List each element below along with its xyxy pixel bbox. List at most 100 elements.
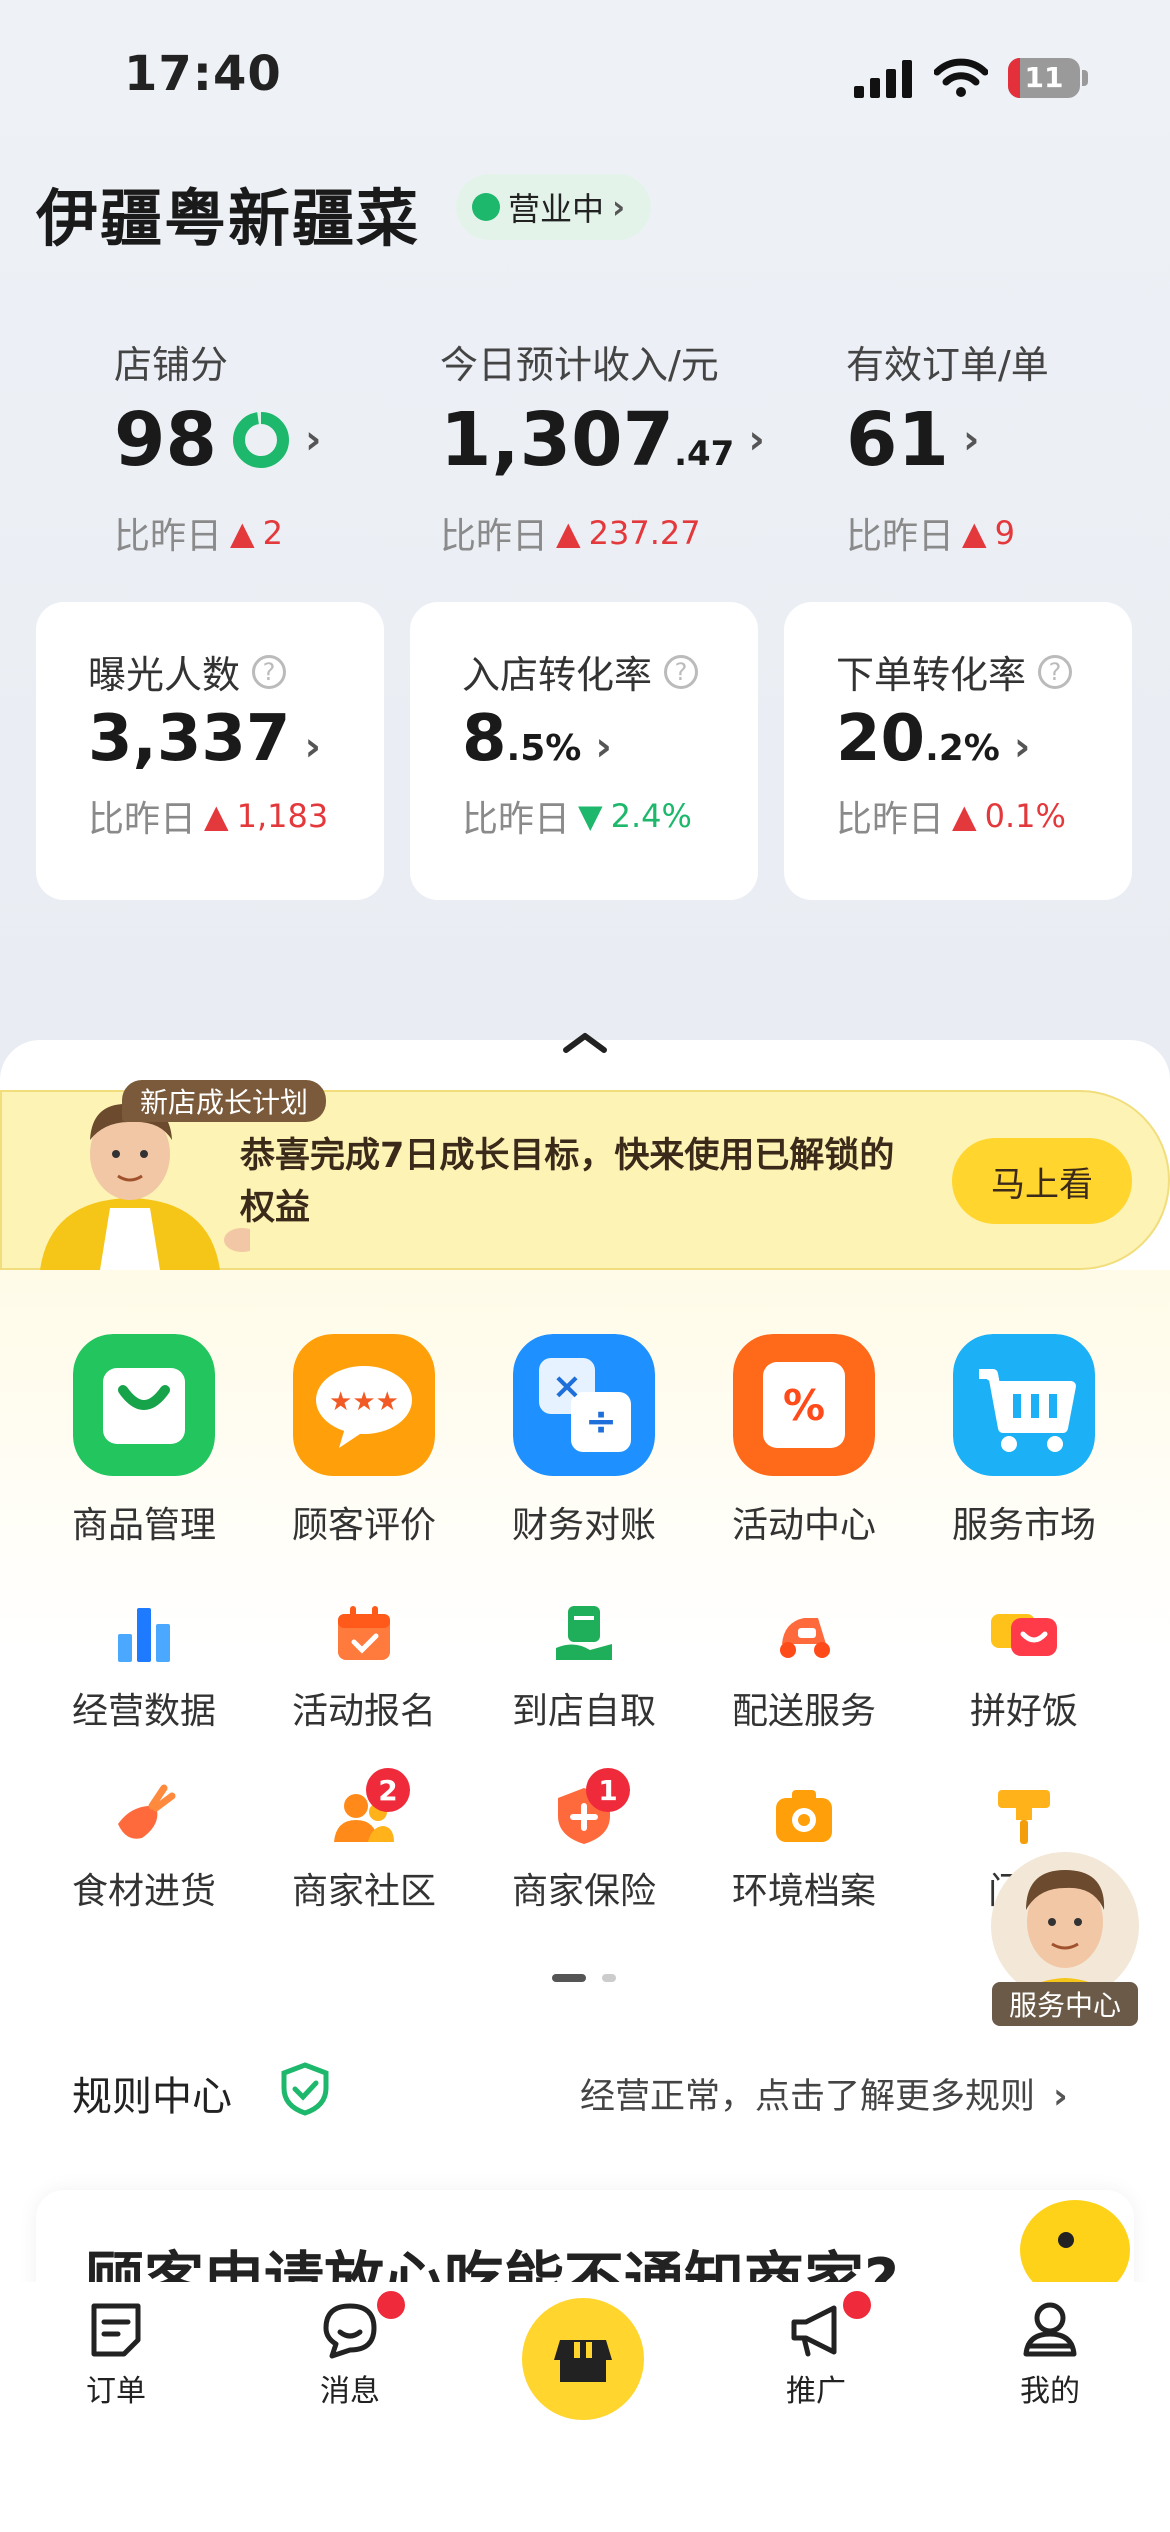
unread-dot bbox=[840, 2288, 874, 2322]
score-ring-icon bbox=[232, 412, 289, 468]
card-visit-conversion[interactable]: 入店转化率? 8.5% › 比昨日 ▼ 2.4% bbox=[410, 602, 758, 900]
tab-label: 订单 bbox=[86, 2374, 146, 2409]
card-order-conversion[interactable]: 下单转化率? 20.2% › 比昨日 ▲ 0.1% bbox=[784, 602, 1132, 900]
tool-product-management[interactable]: 商品管理 bbox=[34, 1334, 254, 1548]
metric-store-score[interactable]: 店铺分 98 › 比昨日 ▲ 2 bbox=[114, 334, 321, 559]
store-name: 伊疆粤新疆菜 bbox=[36, 182, 421, 255]
tool-label: 食材进货 bbox=[71, 1871, 216, 1912]
bar-chart-icon bbox=[118, 1608, 170, 1662]
svg-text:★★★: ★★★ bbox=[329, 1387, 399, 1417]
notification-badge: 2 bbox=[366, 1768, 410, 1812]
store-icon bbox=[554, 2340, 612, 2382]
metric-label: 店铺分 bbox=[114, 343, 229, 387]
tool-ingredients[interactable]: 食材进货 bbox=[34, 1784, 254, 1914]
message-icon bbox=[323, 2303, 377, 2359]
rating-chat-icon: ★★★ bbox=[293, 1334, 435, 1476]
battery-icon: 11 bbox=[1008, 58, 1080, 98]
metric-value: 61 bbox=[846, 397, 949, 483]
tool-environment-archive[interactable]: 环境档案 bbox=[694, 1784, 914, 1914]
tool-self-pickup[interactable]: 到店自取 bbox=[474, 1604, 694, 1734]
rules-title[interactable]: 规则中心 bbox=[72, 2064, 232, 2122]
chevron-right-icon: › bbox=[748, 417, 765, 463]
tab-label: 推广 bbox=[786, 2374, 846, 2409]
tool-label: 商品管理 bbox=[71, 1505, 216, 1546]
svg-text:÷: ÷ bbox=[585, 1399, 617, 1443]
rules-link[interactable]: 经营正常，点击了解更多规则 › bbox=[580, 2068, 1068, 2119]
compare-label: 比昨日 bbox=[462, 799, 571, 840]
chevron-right-icon: › bbox=[962, 417, 980, 463]
tab-orders[interactable]: 订单 bbox=[46, 2300, 186, 2410]
help-icon[interactable]: ? bbox=[664, 654, 699, 689]
pager-dot-active bbox=[552, 1974, 586, 1982]
notification-badge: 1 bbox=[586, 1768, 630, 1812]
tool-label: 环境档案 bbox=[731, 1871, 876, 1912]
mascot-illustration bbox=[1020, 2200, 1130, 2290]
tool-service-market[interactable]: 服务市场 bbox=[914, 1334, 1134, 1548]
rules-desc: 经营正常，点击了解更多规则 bbox=[580, 2077, 1036, 2117]
tool-label: 财务对账 bbox=[511, 1505, 656, 1546]
compare-change: 9 bbox=[994, 514, 1015, 552]
compare-change: 237.27 bbox=[588, 514, 701, 552]
calendar-check-icon bbox=[338, 1606, 390, 1660]
tool-label: 活动报名 bbox=[291, 1691, 436, 1732]
service-center-label[interactable]: 服务中心 bbox=[992, 1982, 1138, 2026]
card-label: 下单转化率 bbox=[836, 653, 1027, 697]
battery-tip bbox=[1082, 70, 1088, 86]
card-value: 8.5% bbox=[462, 702, 582, 776]
megaphone-icon bbox=[791, 2305, 837, 2357]
profile-icon bbox=[1023, 2302, 1077, 2357]
chevron-right-icon: › bbox=[612, 188, 626, 226]
arrow-up-icon: ▲ bbox=[230, 514, 255, 552]
status-time: 17:40 bbox=[124, 46, 282, 102]
tool-label: 拼好饭 bbox=[969, 1691, 1078, 1732]
chevron-right-icon: › bbox=[1013, 724, 1031, 770]
chevron-up-icon[interactable] bbox=[560, 1028, 610, 1056]
card-exposure[interactable]: 曝光人数? 3,337 › 比昨日 ▲ 1,183 bbox=[36, 602, 384, 900]
calculator-icon: × ÷ bbox=[513, 1334, 655, 1476]
arrow-down-icon: ▼ bbox=[578, 797, 603, 835]
tool-insurance[interactable]: 商家保险 1 bbox=[474, 1768, 694, 1914]
compare-label: 比昨日 bbox=[88, 799, 197, 840]
cart-icon bbox=[953, 1334, 1095, 1476]
scooter-icon bbox=[780, 1618, 830, 1658]
tool-finance[interactable]: × ÷ 财务对账 bbox=[474, 1334, 694, 1548]
arrow-up-icon: ▲ bbox=[952, 797, 977, 835]
metric-income[interactable]: 今日预计收入/元 1,307.47 › 比昨日 ▲ 237.27 bbox=[440, 334, 765, 559]
tool-activity-center[interactable]: % 活动中心 bbox=[694, 1334, 914, 1548]
tab-store-center-button[interactable] bbox=[522, 2298, 644, 2420]
card-value: 20.2% bbox=[836, 702, 1000, 776]
wifi-icon bbox=[934, 58, 988, 97]
compare-label: 比昨日 bbox=[836, 799, 945, 840]
view-now-button[interactable]: 马上看 bbox=[952, 1138, 1132, 1224]
pickup-icon bbox=[556, 1606, 612, 1660]
tool-customer-reviews[interactable]: ★★★ 顾客评价 bbox=[254, 1334, 474, 1548]
store-status-button[interactable]: 营业中 › bbox=[456, 174, 652, 240]
tool-group-meal[interactable]: 拼好饭 bbox=[914, 1604, 1134, 1734]
svg-text:×: × bbox=[552, 1366, 582, 1407]
help-icon[interactable]: ? bbox=[252, 654, 287, 689]
metric-label: 今日预计收入/元 bbox=[440, 343, 719, 387]
tool-delivery[interactable]: 配送服务 bbox=[694, 1604, 914, 1734]
chevron-right-icon: › bbox=[304, 417, 322, 463]
pager-dot bbox=[602, 1974, 616, 1982]
svg-text:%: % bbox=[783, 1381, 825, 1430]
tool-community[interactable]: 商家社区 2 bbox=[254, 1768, 474, 1914]
card-label: 曝光人数 bbox=[88, 653, 241, 697]
tool-label: 顾客评价 bbox=[291, 1505, 436, 1546]
arrow-up-icon: ▲ bbox=[962, 514, 987, 552]
tab-messages[interactable]: 消息 bbox=[280, 2288, 420, 2410]
compare-change: 2 bbox=[262, 514, 283, 552]
tool-activity-signup[interactable]: 活动报名 bbox=[254, 1604, 474, 1734]
help-icon[interactable]: ? bbox=[1038, 654, 1073, 689]
tool-business-data[interactable]: 经营数据 bbox=[34, 1604, 254, 1734]
compare-change: 1,183 bbox=[236, 797, 329, 835]
signal-icon bbox=[854, 60, 912, 98]
card-value: 3,337 bbox=[88, 702, 291, 776]
metric-orders[interactable]: 有效订单/单 61 › 比昨日 ▲ 9 bbox=[846, 334, 1049, 559]
carrot-icon bbox=[118, 1784, 176, 1839]
shopping-bag-icon bbox=[73, 1334, 215, 1476]
group-meal-icon bbox=[991, 1614, 1057, 1656]
status-dot-icon bbox=[472, 193, 500, 221]
tab-promotion[interactable]: 推广 bbox=[746, 2288, 886, 2410]
tab-profile[interactable]: 我的 bbox=[980, 2300, 1120, 2410]
